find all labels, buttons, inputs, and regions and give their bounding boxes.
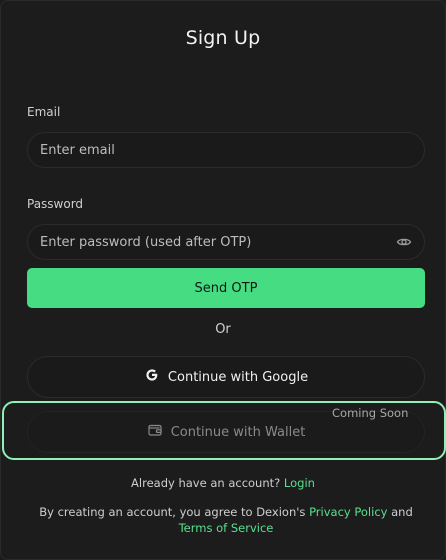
signup-card: Sign Up Email Password Send OTP Or Conti… [0,0,446,560]
privacy-policy-link[interactable]: Privacy Policy [309,505,387,519]
continue-with-google-button[interactable]: Continue with Google [27,356,425,398]
eye-icon[interactable] [396,234,412,250]
email-field-container [27,132,425,168]
password-field-container [27,224,425,260]
password-label: Password [27,197,84,211]
terms-and-text: and [391,505,413,519]
terms-notice: By creating an account, you agree to Dex… [27,504,425,536]
google-button-label: Continue with Google [167,369,309,385]
send-otp-button[interactable]: Send OTP [27,268,425,308]
email-field[interactable] [40,142,412,158]
terms-of-service-link[interactable]: Terms of Service [179,521,274,535]
or-divider: Or [215,322,231,337]
login-prompt: Already have an account? Login [1,476,445,490]
login-prompt-text: Already have an account? [131,476,281,490]
email-label: Email [27,105,61,119]
terms-prefix-text: By creating an account, you agree to Dex… [39,505,306,519]
login-link[interactable]: Login [284,476,315,490]
google-g-icon [144,367,160,387]
wallet-icon [147,422,163,442]
page-title: Sign Up [185,27,261,49]
wallet-button-label: Continue with Wallet [170,424,306,440]
password-field[interactable] [40,234,396,250]
coming-soon-badge: Coming Soon [332,406,409,420]
